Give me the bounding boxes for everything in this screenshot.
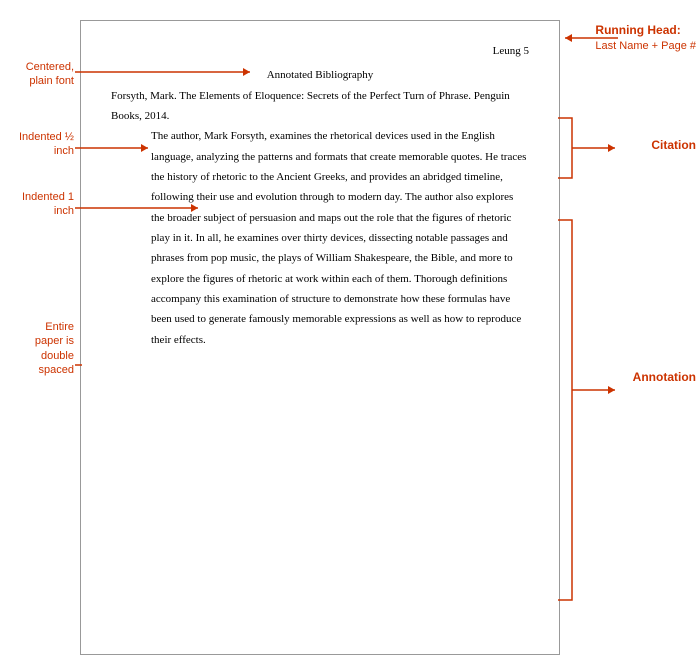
document-page: Leung 5 Annotated Bibliography Forsyth, … [80,20,560,655]
running-head-title: Running Head: [595,22,696,39]
running-head-label: Running Head: Last Name + Page # [595,22,696,54]
label-indented-one: Indented 1 inch [2,190,74,219]
label-annotation: Annotation [633,370,696,384]
doc-title: Annotated Bibliography [111,65,529,85]
double-spaced-text: Entirepaper isdoublespaced [35,321,74,376]
page-header-text: Leung 5 [493,41,529,61]
citation-author: Forsyth, Mark. [111,90,179,102]
label-indented-half: Indented ½ inch [2,130,74,159]
citation-title: The Elements of Eloquence: Secrets of th… [179,90,471,102]
label-double-spaced: Entirepaper isdoublespaced [2,320,74,377]
citation-block: Forsyth, Mark. The Elements of Eloquence… [111,86,529,127]
annotation-block: The author, Mark Forsyth, examines the r… [111,126,529,350]
label-citation: Citation [651,138,696,152]
doc-header: Leung 5 [111,41,529,61]
page-wrapper: Leung 5 Annotated Bibliography Forsyth, … [0,0,700,669]
label-centered: Centered, plain font [2,60,74,89]
running-head-subtitle: Last Name + Page # [595,39,696,54]
